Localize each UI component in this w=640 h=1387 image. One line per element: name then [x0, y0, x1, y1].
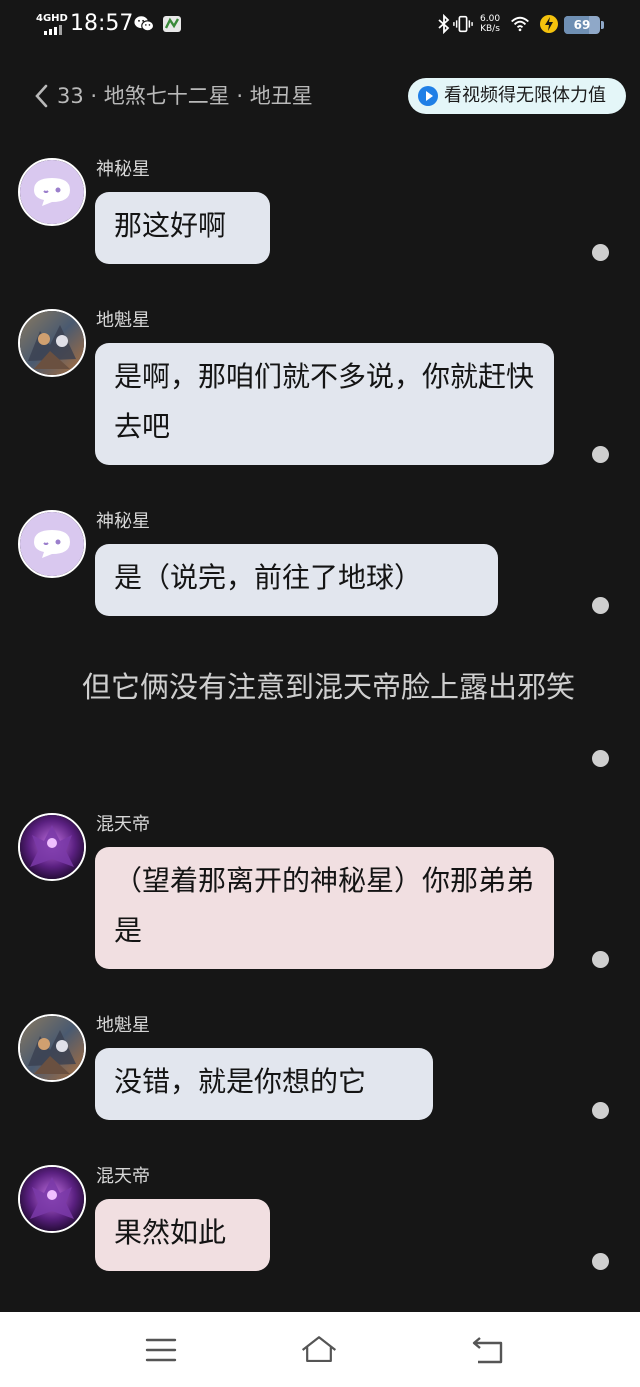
- purple-robot-avatar[interactable]: [18, 1165, 86, 1233]
- narration-text: 但它俩没有注意到混天帝脸上露出邪笑: [82, 670, 576, 704]
- read-status-dot: [592, 1102, 609, 1119]
- network-type: 4GHD: [36, 13, 68, 24]
- robot-avatar[interactable]: [18, 309, 86, 377]
- speed-value: 6.00: [480, 14, 501, 24]
- bluetooth-icon: [438, 14, 450, 34]
- clock: 18:57: [70, 11, 134, 36]
- sender-name: 神秘星: [96, 511, 150, 532]
- watch-video-button[interactable]: 看视频得无限体力值: [408, 78, 626, 114]
- menu-icon[interactable]: [141, 1330, 181, 1370]
- wechat-icon: [134, 16, 154, 32]
- wifi-icon: [511, 16, 529, 32]
- vibrate-icon: [453, 15, 473, 33]
- read-status-dot: [592, 750, 609, 767]
- status-bar: 4GHD 18:57 6.00 KB/s 69: [0, 0, 640, 50]
- message-bubble[interactable]: （望着那离开的神秘星）你那弟弟是: [95, 847, 554, 969]
- robot-avatar[interactable]: [18, 1014, 86, 1082]
- sender-name: 地魁星: [96, 310, 150, 331]
- read-status-dot: [592, 1253, 609, 1270]
- sender-name: 地魁星: [96, 1015, 150, 1036]
- message-bubble[interactable]: 那这好啊: [95, 192, 270, 264]
- sender-name: 神秘星: [96, 159, 150, 180]
- ghost-avatar[interactable]: [18, 158, 86, 226]
- signal-icon: [44, 25, 62, 35]
- read-status-dot: [592, 951, 609, 968]
- network-speed: 6.00 KB/s: [480, 14, 500, 34]
- read-status-dot: [592, 244, 609, 261]
- message-bubble[interactable]: 没错，就是你想的它: [95, 1048, 433, 1120]
- sender-name: 混天帝: [96, 814, 150, 835]
- battery-percent: 69: [573, 18, 591, 32]
- charging-icon: [540, 15, 558, 33]
- read-status-dot: [592, 446, 609, 463]
- purple-robot-avatar[interactable]: [18, 813, 86, 881]
- speed-unit: KB/s: [480, 24, 500, 34]
- system-nav-bar: [0, 1312, 640, 1387]
- message-bubble[interactable]: 果然如此: [95, 1199, 270, 1271]
- chapter-header: 33 · 地煞七十二星 · 地丑星 看视频得无限体力值: [0, 68, 640, 124]
- message-bubble[interactable]: 是啊，那咱们就不多说，你就赶快去吧: [95, 343, 554, 465]
- back-chevron-icon[interactable]: [30, 80, 54, 112]
- back-nav-icon[interactable]: [468, 1330, 508, 1370]
- chapter-title[interactable]: 33 · 地煞七十二星 · 地丑星: [57, 82, 313, 110]
- battery-icon: 69: [564, 16, 600, 34]
- message-bubble[interactable]: 是（说完，前往了地球）: [95, 544, 498, 616]
- read-status-dot: [592, 597, 609, 614]
- play-icon: [418, 86, 438, 106]
- ghost-avatar[interactable]: [18, 510, 86, 578]
- home-icon[interactable]: [299, 1330, 339, 1370]
- game-app-icon: [163, 16, 181, 32]
- battery-tip: [601, 21, 604, 29]
- watch-video-label: 看视频得无限体力值: [444, 85, 606, 106]
- sender-name: 混天帝: [96, 1166, 150, 1187]
